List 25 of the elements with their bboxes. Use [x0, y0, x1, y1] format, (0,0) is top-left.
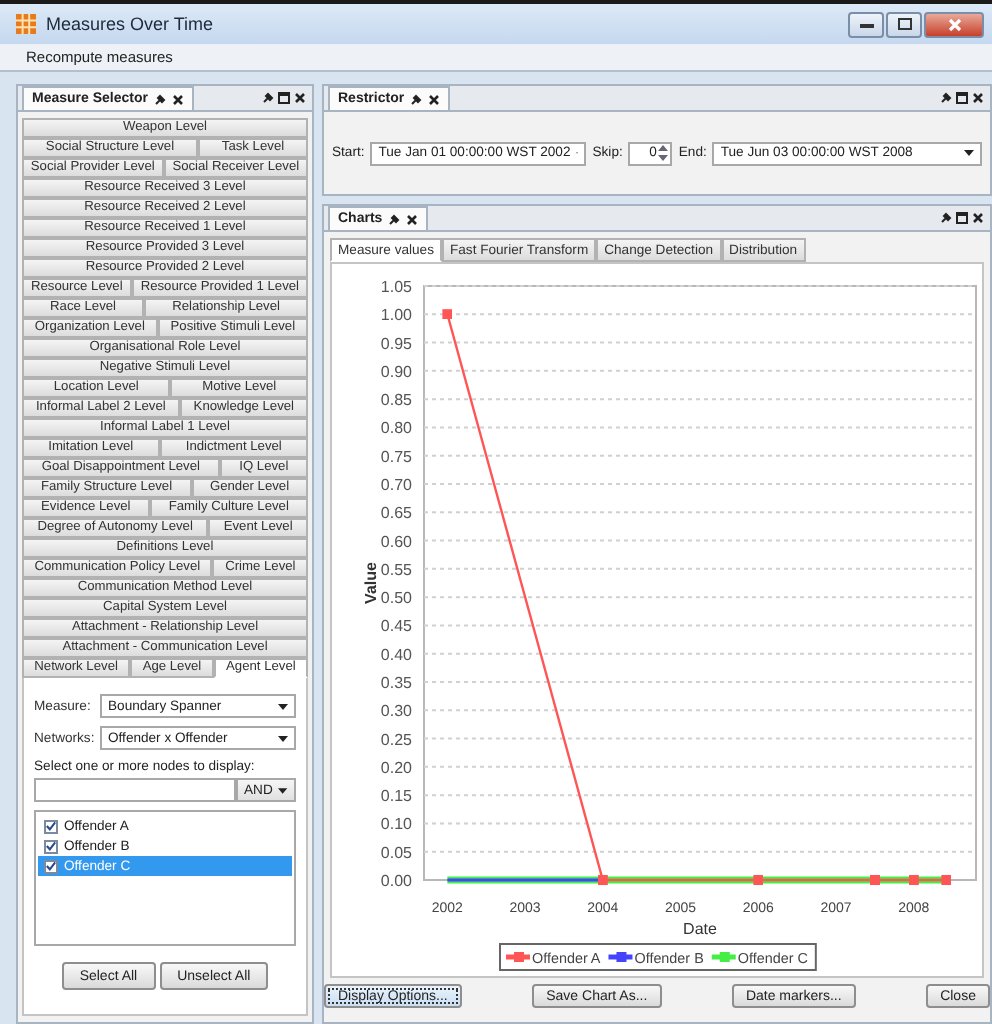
tick-label: 0.95	[380, 334, 412, 353]
tick-label: 0.50	[380, 589, 412, 608]
tick-label: 0.25	[380, 730, 412, 749]
tick-label: 0.45	[380, 617, 412, 636]
tick-label: 0.60	[380, 532, 412, 551]
tick-label: 0.40	[380, 645, 412, 664]
tick-label: 0.00	[380, 872, 412, 890]
tick-label: 0.05	[380, 843, 412, 862]
tick-label: 0.15	[380, 787, 412, 806]
axis-title: Date	[683, 920, 717, 938]
tick-label: 0.65	[380, 504, 412, 523]
axis-title: Value	[362, 562, 380, 604]
tick-label: 0.75	[380, 447, 412, 466]
tick-label: 0.80	[380, 419, 412, 438]
tick-label: 1.00	[380, 306, 412, 325]
window-title: Measures Over Time	[46, 14, 214, 34]
tick-label: 0.35	[380, 674, 412, 692]
tick-label: 0.90	[380, 362, 412, 381]
tick-label: 0.55	[380, 560, 412, 579]
tick-label: 0.85	[380, 391, 412, 410]
tick-label: 0.10	[380, 815, 412, 834]
tick-label: 0.30	[380, 702, 412, 721]
tick-label: 1.05	[380, 278, 412, 296]
tick-label: 0.20	[380, 758, 412, 777]
tick-label: 0.70	[380, 476, 412, 494]
